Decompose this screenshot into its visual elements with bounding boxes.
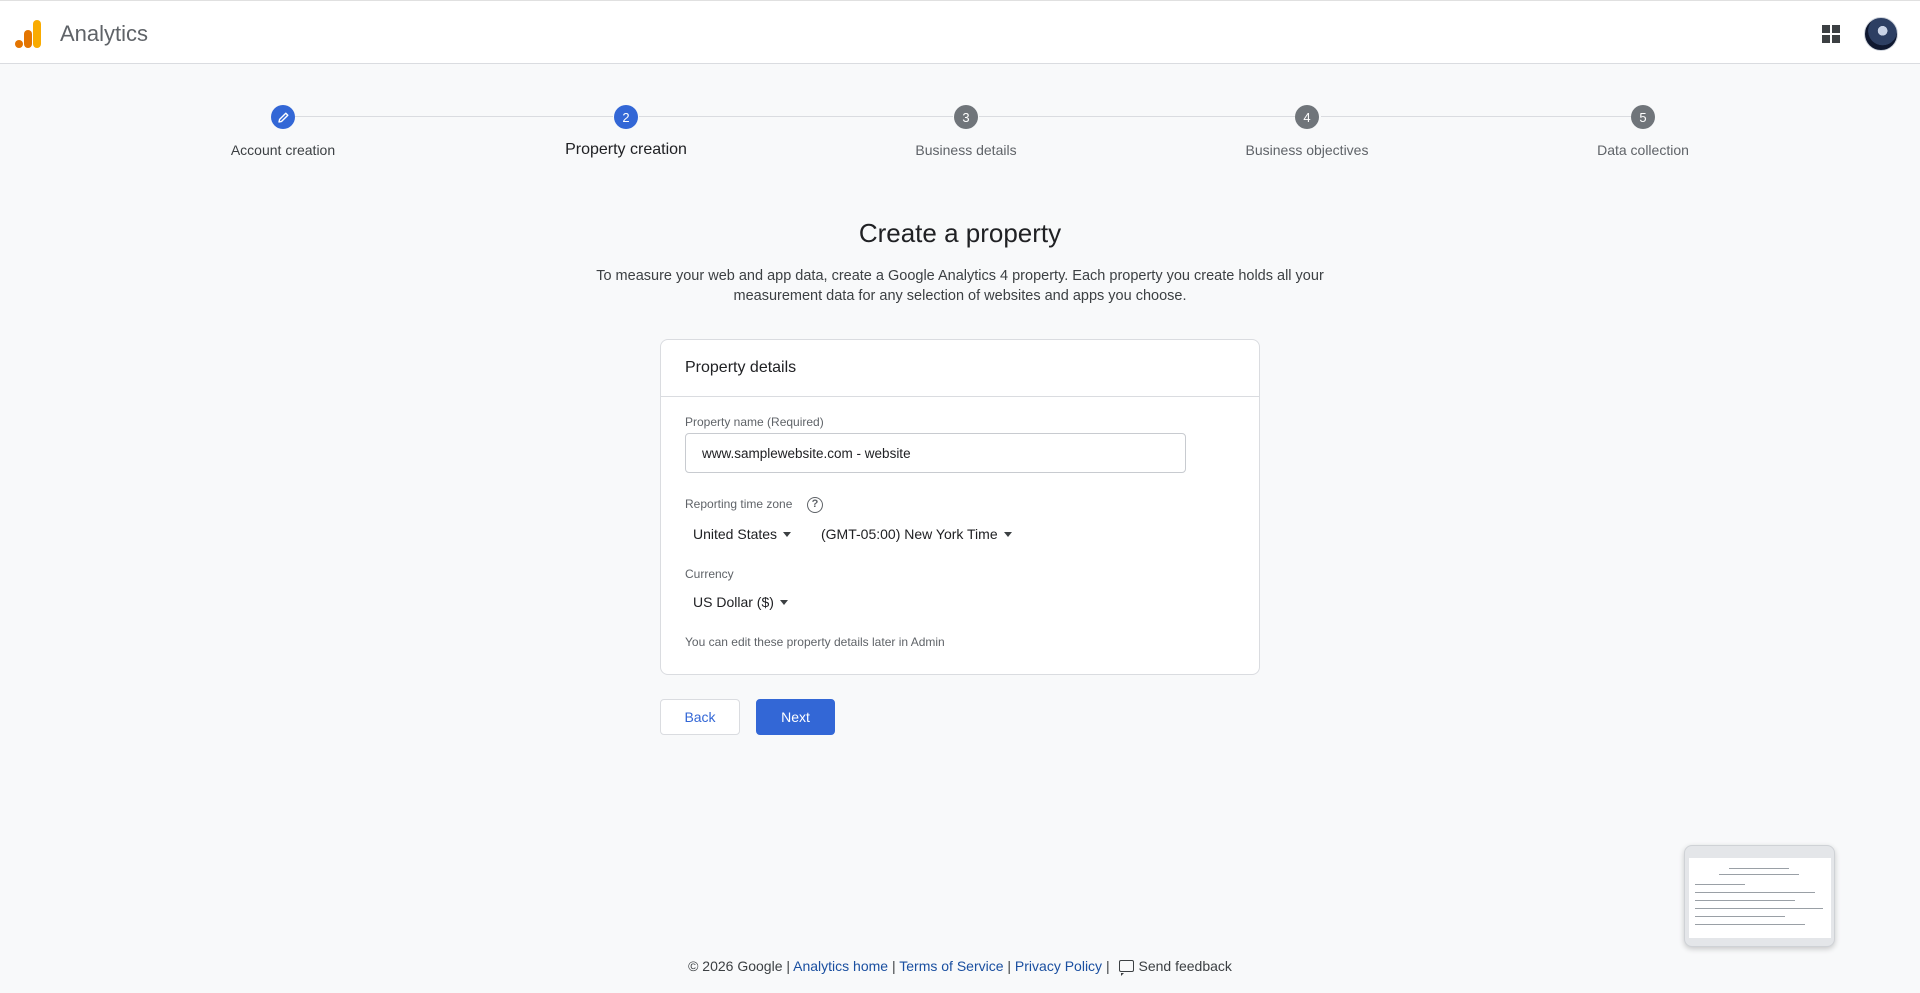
property-details-card: Property details Property name (Required… [660,339,1260,675]
step-label: Data collection [1597,142,1689,158]
step-label: Business objectives [1245,142,1369,158]
analytics-logo-icon[interactable] [15,18,43,50]
send-feedback-label: Send feedback [1138,958,1232,974]
country-value: United States [693,526,778,542]
screenshot-preview-thumbnail[interactable] [1684,845,1835,947]
send-feedback-button[interactable]: Send feedback [1113,958,1232,976]
footer-separator: | [1105,958,1110,974]
step-label: Account creation [230,142,336,158]
step-label: Business details [915,142,1017,158]
terms-of-service-link[interactable]: Terms of Service [899,958,1003,974]
app-title: Analytics [60,21,149,46]
currency-select[interactable]: US Dollar ($) [687,590,794,614]
description-line: To measure your web and app data, create… [596,268,1324,284]
account-avatar[interactable] [1864,17,1898,51]
step-label: Property creation [565,141,687,158]
thumbnail-line [1695,916,1785,917]
step-number: 3 [954,105,978,129]
description-line: measurement data for any selection of we… [733,288,1187,304]
step-circle-done [271,105,295,129]
step-business-objectives[interactable]: 4 Business objectives [1197,100,1417,158]
page-footer: © 2026 Google | Analytics home | Terms o… [0,958,1920,976]
thumbnail-line [1695,900,1795,901]
caret-down-icon [783,531,792,537]
step-number: 4 [1295,105,1319,129]
next-button[interactable]: Next [756,699,835,735]
footer-separator: | [891,958,896,974]
caret-down-icon [1003,531,1012,537]
footer-separator: | [1007,958,1012,974]
step-number: 2 [614,105,638,129]
caret-down-icon [779,599,788,605]
step-property-creation[interactable]: 2 Property creation [516,100,736,159]
privacy-policy-link[interactable]: Privacy Policy [1015,958,1102,974]
thumbnail-line [1729,868,1789,869]
step-account-creation[interactable]: Account creation [173,100,393,158]
back-button[interactable]: Back [660,699,740,735]
timezone-label: Reporting time zone [685,497,793,511]
timezone-value: (GMT-05:00) New York Time [821,526,998,542]
currency-label: Currency [685,567,734,581]
thumbnail-line [1695,908,1823,909]
currency-value: US Dollar ($) [693,594,774,610]
edit-later-hint: You can edit these property details late… [685,635,945,649]
apps-grid-icon[interactable] [1818,21,1844,47]
thumbnail-line [1695,884,1745,885]
pencil-icon [277,112,288,123]
property-name-input[interactable] [685,433,1186,473]
card-header: Property details [661,340,1259,397]
thumbnail-line [1719,874,1799,875]
step-data-collection[interactable]: 5 Data collection [1533,100,1753,158]
thumbnail-page [1689,858,1831,938]
step-business-details[interactable]: 3 Business details [856,100,1076,158]
thumbnail-line [1695,924,1805,925]
property-name-label: Property name (Required) [685,415,824,429]
thumbnail-line [1695,892,1815,893]
page-title: Create a property [858,218,1062,248]
top-app-bar: Analytics [0,0,1920,64]
analytics-home-link[interactable]: Analytics home [793,958,888,974]
help-icon[interactable]: ? [807,497,823,513]
step-number: 5 [1631,105,1655,129]
copyright-text: © 2026 Google | [688,958,791,974]
timezone-select[interactable]: (GMT-05:00) New York Time [815,522,1018,546]
page-description: To measure your web and app data, create… [570,266,1350,306]
country-select[interactable]: United States [687,522,797,546]
feedback-icon [1119,960,1135,976]
progress-stepper: Account creation 2 Property creation 3 B… [0,100,1920,170]
